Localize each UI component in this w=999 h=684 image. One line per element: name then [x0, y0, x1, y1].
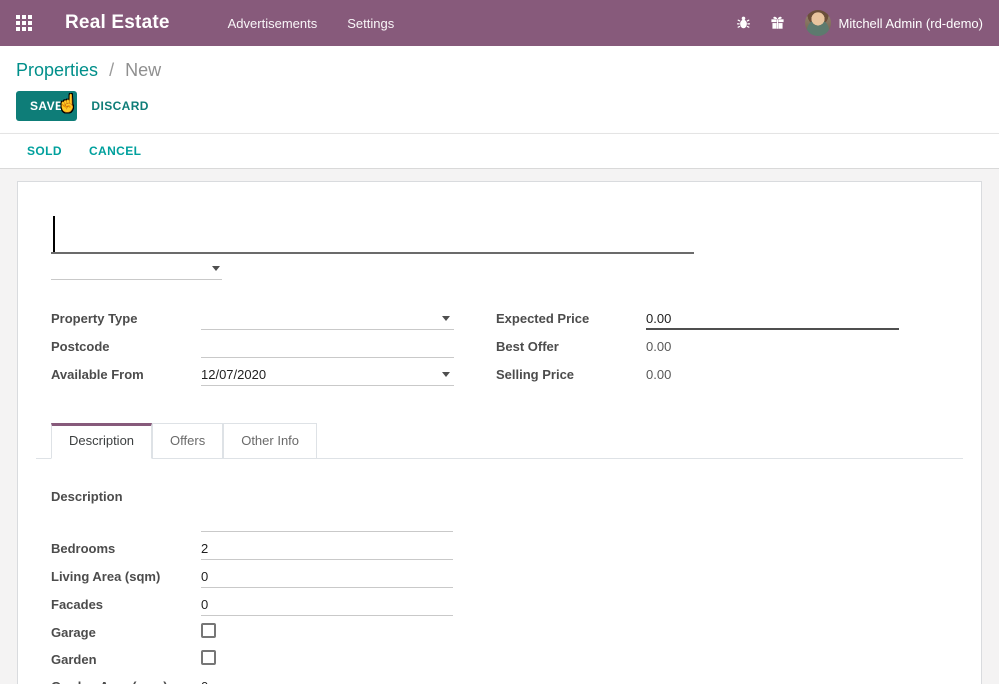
- app-title[interactable]: Real Estate: [65, 12, 170, 34]
- menu-item-advertisements[interactable]: Advertisements: [226, 12, 320, 35]
- tab-description[interactable]: Description: [51, 423, 152, 459]
- field-row-description: Description: [51, 487, 963, 532]
- discard-button[interactable]: DISCARD: [91, 99, 148, 113]
- apps-menu-icon[interactable]: [16, 15, 32, 31]
- gift-icon[interactable]: [761, 14, 795, 32]
- breadcrumb-properties-link[interactable]: Properties: [16, 60, 98, 80]
- field-row-facades: Facades 0: [51, 595, 963, 616]
- selling-price-value: 0.00: [646, 364, 899, 386]
- field-row-garden-area: Garden Area (sqm) 0: [51, 677, 963, 684]
- facades-input[interactable]: 0: [201, 595, 453, 616]
- form-view-background: Property Type Postcode Available From: [0, 169, 999, 684]
- user-avatar[interactable]: [805, 10, 831, 36]
- field-row-living-area: Living Area (sqm) 0: [51, 567, 963, 588]
- top-navbar: Real Estate Advertisements Settings: [0, 0, 999, 46]
- living-area-input[interactable]: 0: [201, 567, 453, 588]
- field-row-available-from: Available From 12/07/2020: [51, 364, 454, 386]
- field-row-best-offer: Best Offer 0.00: [496, 336, 899, 358]
- field-row-selling-price: Selling Price 0.00: [496, 364, 899, 386]
- best-offer-label: Best Offer: [496, 336, 646, 358]
- selling-price-label: Selling Price: [496, 364, 646, 386]
- living-area-value: 0: [201, 569, 208, 584]
- garden-area-value: 0: [201, 679, 208, 684]
- property-subtitle-select[interactable]: [51, 254, 222, 280]
- text-cursor: [53, 216, 55, 252]
- description-textarea[interactable]: [201, 487, 453, 532]
- sold-button[interactable]: SOLD: [27, 144, 62, 158]
- cancel-button[interactable]: CANCEL: [89, 144, 141, 158]
- available-from-date-input[interactable]: 12/07/2020: [201, 364, 454, 386]
- description-label: Description: [51, 487, 201, 532]
- garage-label: Garage: [51, 623, 201, 640]
- bedrooms-value: 2: [201, 541, 208, 556]
- breadcrumb: Properties / New: [0, 46, 999, 81]
- facades-value: 0: [201, 597, 208, 612]
- expected-price-value: 0.00: [646, 311, 671, 326]
- navbar-right: Mitchell Admin (rd-demo): [727, 10, 984, 36]
- garden-checkbox[interactable]: [201, 650, 216, 665]
- available-from-value: 12/07/2020: [201, 367, 266, 382]
- right-field-group: Expected Price 0.00 Best Offer 0.00 Sell…: [496, 308, 899, 392]
- breadcrumb-separator: /: [109, 60, 114, 80]
- form-sheet: Property Type Postcode Available From: [17, 181, 982, 684]
- property-name-input[interactable]: [51, 212, 694, 254]
- tab-other-info[interactable]: Other Info: [223, 423, 317, 458]
- main-menu: Advertisements Settings: [226, 12, 397, 35]
- field-row-garden: Garden: [51, 650, 963, 667]
- best-offer-value: 0.00: [646, 336, 899, 358]
- bedrooms-input[interactable]: 2: [201, 539, 453, 560]
- tab-offers[interactable]: Offers: [152, 423, 223, 458]
- user-name[interactable]: Mitchell Admin (rd-demo): [839, 16, 984, 31]
- garden-area-input[interactable]: 0: [201, 677, 453, 684]
- save-button[interactable]: SAVE: [16, 91, 77, 121]
- garden-label: Garden: [51, 650, 201, 667]
- property-type-select[interactable]: [201, 308, 454, 330]
- postcode-input[interactable]: [201, 336, 454, 358]
- chevron-down-icon: [442, 316, 450, 321]
- title-block: [51, 212, 963, 280]
- chevron-down-icon: [442, 372, 450, 377]
- available-from-label: Available From: [51, 364, 201, 386]
- bug-icon[interactable]: [727, 14, 761, 32]
- postcode-label: Postcode: [51, 336, 201, 358]
- expected-price-label: Expected Price: [496, 308, 646, 330]
- expected-price-input[interactable]: 0.00: [646, 308, 899, 330]
- field-row-garage: Garage: [51, 623, 963, 640]
- form-statusbar: SOLD CANCEL: [0, 133, 999, 169]
- bedrooms-label: Bedrooms: [51, 539, 201, 560]
- field-columns: Property Type Postcode Available From: [51, 308, 963, 392]
- field-row-bedrooms: Bedrooms 2: [51, 539, 963, 560]
- notebook-tabbar: Description Offers Other Info: [36, 423, 963, 459]
- garage-checkbox[interactable]: [201, 623, 216, 638]
- breadcrumb-current: New: [125, 60, 161, 80]
- field-row-property-type: Property Type: [51, 308, 454, 330]
- field-row-postcode: Postcode: [51, 336, 454, 358]
- facades-label: Facades: [51, 595, 201, 616]
- menu-item-settings[interactable]: Settings: [345, 12, 396, 35]
- form-action-bar: SAVE DISCARD ☝: [0, 81, 999, 133]
- living-area-label: Living Area (sqm): [51, 567, 201, 588]
- field-row-expected-price: Expected Price 0.00: [496, 308, 899, 330]
- description-tab-content: Description Bedrooms 2 Living Area (sqm)…: [36, 459, 963, 684]
- property-type-label: Property Type: [51, 308, 201, 330]
- left-field-group: Property Type Postcode Available From: [51, 308, 454, 392]
- chevron-down-icon: [212, 266, 220, 271]
- garden-area-label: Garden Area (sqm): [51, 677, 201, 684]
